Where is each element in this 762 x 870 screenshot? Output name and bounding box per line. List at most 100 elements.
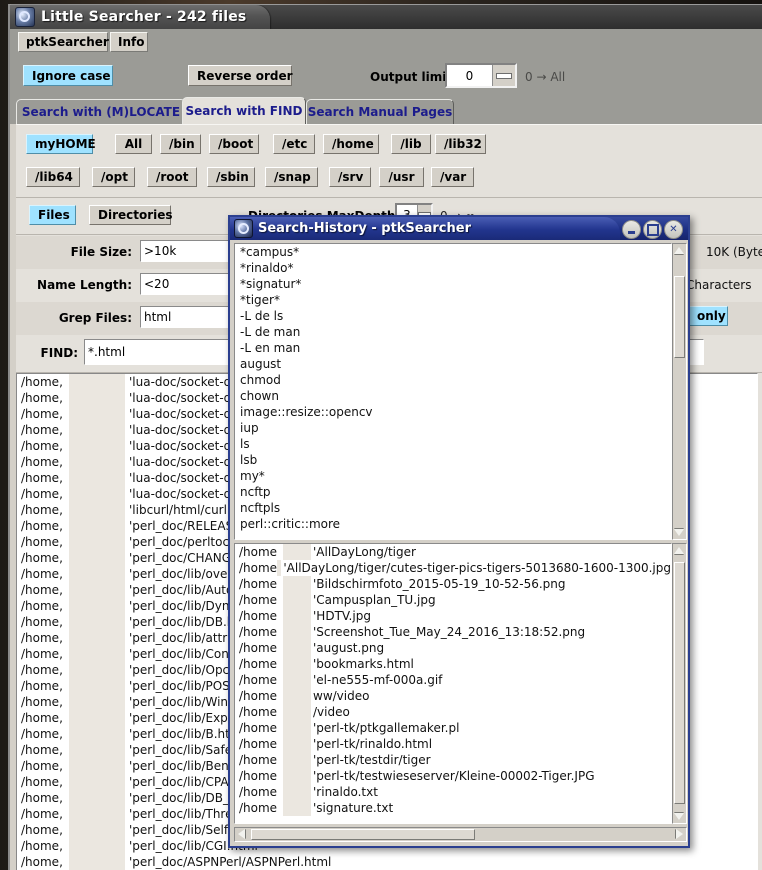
menu-item-ptksearcher[interactable]: ptkSearcher	[18, 32, 109, 52]
path-button-lib[interactable]: /lib	[391, 134, 431, 154]
path-user	[283, 736, 311, 752]
close-button[interactable]: ✕	[664, 220, 683, 239]
paths-scroll-thumb[interactable]	[674, 562, 685, 804]
result-root: /home,	[21, 647, 63, 661]
list-item[interactable]: /home ww/video	[235, 688, 671, 704]
history-item[interactable]: *signatur*	[235, 276, 671, 292]
history-item[interactable]: perl::critic::more	[235, 516, 671, 532]
list-item[interactable]: /home/video	[235, 704, 671, 720]
path-button-srv[interactable]: /srv	[329, 167, 371, 187]
tab-search-with-mlocate[interactable]: Search with (M)LOCATE	[16, 99, 186, 124]
spinner-grip-icon[interactable]	[492, 65, 515, 86]
list-item[interactable]: /home 'perl-tk/rinaldo.html	[235, 736, 671, 752]
list-item[interactable]: /home 'perl-tk/ptkgallemaker.pl	[235, 720, 671, 736]
list-item[interactable]: /home 'rinaldo.txt	[235, 784, 671, 800]
history-scroll-thumb[interactable]	[674, 276, 685, 358]
history-item[interactable]: ls	[235, 436, 671, 452]
path-button-lib64[interactable]: /lib64	[26, 167, 80, 187]
path-button-sbin[interactable]: /sbin	[207, 167, 255, 187]
scroll-left-icon[interactable]	[238, 829, 245, 839]
path-button-label: All	[124, 137, 143, 151]
paths-hscrollbar[interactable]	[234, 827, 687, 842]
list-item[interactable]: /home 'Bildschirmfoto_2015-05-19_10-52-56…	[235, 576, 671, 592]
result-root: /home,	[21, 711, 63, 725]
history-item[interactable]: -L de man	[235, 324, 671, 340]
hscroll-thumb[interactable]	[251, 829, 475, 840]
history-item[interactable]: ncftp	[235, 484, 671, 500]
path-user	[283, 576, 311, 592]
list-item[interactable]: /home 'perl-tk/testwieseserver/Kleine-000…	[235, 768, 671, 784]
history-item[interactable]: lsb	[235, 452, 671, 468]
result-user	[69, 774, 125, 790]
path-button-label: /boot	[218, 137, 254, 151]
history-item[interactable]: -L en man	[235, 340, 671, 356]
list-item[interactable]: /home 'AllDayLong/tiger	[235, 544, 671, 560]
list-item[interactable]: /home 'AllDayLong/tiger/cutes-tiger-pics-…	[235, 560, 671, 576]
history-item[interactable]: *rinaldo*	[235, 260, 671, 276]
history-item[interactable]: august	[235, 356, 671, 372]
history-item[interactable]: iup	[235, 420, 671, 436]
paths-vscrollbar[interactable]	[672, 543, 687, 824]
minimize-button[interactable]	[622, 220, 641, 239]
path-root: /home	[239, 657, 278, 671]
list-item[interactable]: /home, 'perl_doc/ASPNPerl/ASPNPerl.html	[17, 854, 757, 870]
list-item[interactable]: /home 'Campusplan_TU.jpg	[235, 592, 671, 608]
list-item[interactable]: /home 'signature.txt	[235, 800, 671, 816]
maximize-button[interactable]	[643, 220, 662, 239]
path-button-myhome[interactable]: myHOME	[26, 134, 96, 154]
find-label: FIND:	[40, 346, 78, 360]
path-user	[283, 752, 311, 768]
output-limit-spinner[interactable]: 0	[445, 63, 517, 88]
path-button-lib32[interactable]: /lib32	[435, 134, 486, 154]
path-button-root[interactable]: /root	[147, 167, 197, 187]
scroll-down-icon[interactable]	[674, 529, 684, 536]
path-user	[283, 720, 311, 736]
history-item[interactable]: *campus*	[235, 244, 671, 260]
tab-search-with-find[interactable]: Search with FIND	[182, 97, 306, 124]
history-item[interactable]: image::resize::opencv	[235, 404, 671, 420]
scroll-down-icon[interactable]	[674, 813, 684, 820]
scroll-up-icon[interactable]	[674, 247, 684, 254]
list-item[interactable]: /home 'Screenshot_Tue_May_24_2016_13:18:5…	[235, 624, 671, 640]
main-titlebar[interactable]: Little Searcher - 242 files	[10, 5, 270, 29]
reverse-order-button[interactable]: Reverse order	[188, 65, 293, 86]
history-vscrollbar[interactable]	[672, 243, 687, 540]
list-item[interactable]: /home 'bookmarks.html	[235, 656, 671, 672]
menu-item-info[interactable]: Info	[110, 32, 148, 52]
ignore-case-label: Ignore case	[32, 69, 111, 83]
history-list[interactable]: *campus* *rinaldo* *signatur* *tiger* -L de …	[234, 243, 672, 540]
tab-search-manual-pages[interactable]: Search Manual Pages	[306, 99, 454, 124]
path-button-etc[interactable]: /etc	[273, 134, 315, 154]
history-item[interactable]: chmod	[235, 372, 671, 388]
path-button-snap[interactable]: /snap	[265, 167, 318, 187]
list-item[interactable]: /home 'perl-tk/testdir/tiger	[235, 752, 671, 768]
history-item[interactable]: -L de ls	[235, 308, 671, 324]
history-item[interactable]: chown	[235, 388, 671, 404]
ignore-case-button[interactable]: Ignore case	[23, 65, 113, 86]
grep-only-button[interactable]: only	[688, 306, 728, 326]
path-button-label: /root	[156, 170, 189, 184]
history-item[interactable]: my*	[235, 468, 671, 484]
history-item[interactable]: *tiger*	[235, 292, 671, 308]
path-button-home[interactable]: /home	[323, 134, 379, 154]
grep-files-value: html	[144, 310, 172, 324]
list-item[interactable]: /home 'el-ne555-mf-000a.gif	[235, 672, 671, 688]
scroll-right-icon[interactable]	[676, 829, 683, 839]
scroll-up-icon[interactable]	[674, 547, 684, 554]
output-limit-value: 0	[465, 68, 474, 83]
list-item[interactable]: /home 'august.png	[235, 640, 671, 656]
history-item[interactable]: ncftpls	[235, 500, 671, 516]
path-button-boot[interactable]: /boot	[209, 134, 259, 154]
path-button-bin[interactable]: /bin	[160, 134, 201, 154]
result-root: /home,	[21, 631, 63, 645]
dialog-paths-list[interactable]: /home 'AllDayLong/tiger/home 'AllDayLong/t…	[234, 543, 672, 824]
path-button-opt[interactable]: /opt	[92, 167, 135, 187]
result-user	[69, 790, 125, 806]
path-button-var[interactable]: /var	[431, 167, 474, 187]
path-button-usr[interactable]: /usr	[379, 167, 424, 187]
mode-button-files[interactable]: Files	[29, 205, 76, 225]
path-button-all[interactable]: All	[115, 134, 152, 154]
list-item[interactable]: /home 'HDTV.jpg	[235, 608, 671, 624]
mode-button-directories[interactable]: Directories	[89, 205, 173, 225]
dialog-titlebar[interactable]: Search-History - ptkSearcher ✕	[230, 217, 688, 240]
